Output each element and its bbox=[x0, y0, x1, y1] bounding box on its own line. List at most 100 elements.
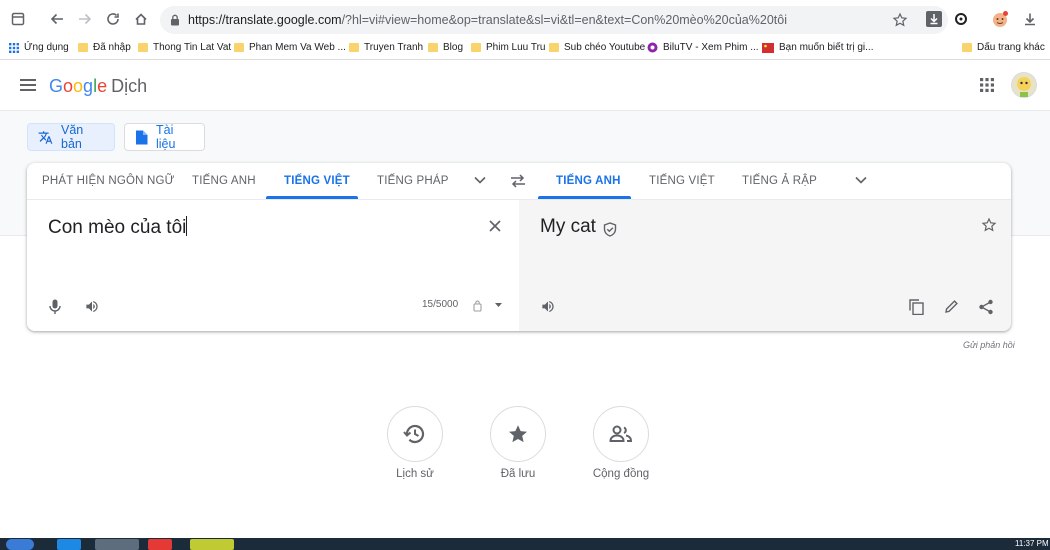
mode-label: Tài liệu bbox=[156, 123, 176, 151]
tab-overview-icon[interactable] bbox=[8, 9, 28, 29]
apps-launcher-icon[interactable] bbox=[980, 78, 994, 92]
bookmark-folder[interactable]: Truyen Tranh bbox=[349, 42, 423, 53]
history-button[interactable] bbox=[387, 406, 443, 462]
community-button[interactable] bbox=[593, 406, 649, 462]
bookmark-star-icon[interactable] bbox=[892, 12, 908, 28]
bookmark-link[interactable]: Bạn muốn biết trị gi... bbox=[762, 42, 874, 53]
edit-pencil-icon[interactable] bbox=[944, 299, 959, 314]
translate-icon bbox=[38, 130, 53, 145]
bilutv-icon bbox=[647, 42, 658, 53]
source-lang-detect[interactable]: PHÁT HIỆN NGÔN NGỮ bbox=[42, 175, 175, 187]
folder-icon bbox=[549, 43, 559, 52]
back-icon[interactable] bbox=[47, 9, 67, 29]
share-icon[interactable] bbox=[978, 299, 994, 315]
browser-toolbar: https://translate.google.com/?hl=vi#view… bbox=[0, 0, 1050, 38]
folder-icon bbox=[471, 43, 481, 52]
folder-icon bbox=[234, 43, 244, 52]
keyboard-icon[interactable] bbox=[473, 300, 482, 312]
bookmark-label: Thong Tin Lat Vat bbox=[153, 42, 232, 53]
browser-taskbar-icon[interactable] bbox=[148, 539, 172, 550]
swap-languages-icon[interactable] bbox=[510, 174, 526, 188]
bookmark-bilutv[interactable]: BiluTV - Xem Phim ... bbox=[647, 42, 759, 53]
source-text-input[interactable]: Con mèo của tôi bbox=[48, 216, 188, 239]
clock: 11:37 PM bbox=[1015, 539, 1049, 548]
bookmark-apps[interactable]: Ứng dụng bbox=[9, 42, 69, 53]
home-icon[interactable] bbox=[131, 9, 151, 29]
bookmark-label: Blog bbox=[443, 42, 464, 53]
source-active-indicator bbox=[266, 196, 358, 199]
target-active-indicator bbox=[538, 196, 631, 199]
bookmark-folder[interactable]: Phan Mem Va Web ... bbox=[234, 42, 346, 53]
microphone-icon[interactable] bbox=[49, 299, 61, 315]
bookmark-label: BiluTV - Xem Phim ... bbox=[663, 42, 759, 53]
bookmark-label: Phim Luu Tru bbox=[486, 42, 546, 53]
document-icon bbox=[135, 130, 148, 145]
saved-button[interactable] bbox=[490, 406, 546, 462]
target-panel: My cat bbox=[519, 200, 1011, 331]
translated-text: My cat bbox=[540, 216, 596, 237]
os-taskbar: 11:37 PM bbox=[0, 538, 1050, 550]
ie-icon[interactable] bbox=[57, 539, 81, 550]
main-menu-icon[interactable] bbox=[20, 78, 36, 92]
apps-grid-icon bbox=[9, 42, 19, 53]
verified-shield-icon[interactable] bbox=[603, 222, 617, 237]
account-avatar[interactable] bbox=[1011, 72, 1037, 98]
app-taskbar-icon[interactable] bbox=[190, 539, 234, 550]
download-extension-icon[interactable] bbox=[926, 11, 942, 27]
target-listen-icon[interactable] bbox=[540, 299, 556, 314]
google-translate-logo[interactable]: Google Dịch bbox=[49, 76, 147, 97]
history-icon bbox=[403, 423, 427, 445]
bookmark-label: Truyen Tranh bbox=[364, 42, 424, 53]
start-button-icon[interactable] bbox=[6, 539, 34, 550]
target-lang-arabic[interactable]: TIẾNG Ả RẬP bbox=[742, 175, 817, 187]
source-listen-icon[interactable] bbox=[84, 299, 100, 314]
bookmarks-bar: Ứng dụng Đã nhập Thong Tin Lat Vat Phan … bbox=[0, 38, 1050, 60]
text-mode-button[interactable]: Văn bản bbox=[27, 123, 115, 151]
character-count: 15/5000 bbox=[422, 299, 459, 310]
folder-icon bbox=[428, 43, 438, 52]
target-more-languages-icon[interactable] bbox=[855, 176, 867, 184]
translation-card: PHÁT HIỆN NGÔN NGỮ TIẾNG ANH TIẾNG VIỆT … bbox=[27, 163, 1011, 331]
bookmark-label: Bạn muốn biết trị gi... bbox=[779, 42, 874, 53]
mode-label: Văn bản bbox=[61, 123, 84, 151]
bookmark-folder[interactable]: Thong Tin Lat Vat bbox=[138, 42, 231, 53]
source-text: Con mèo của tôi bbox=[48, 217, 187, 238]
explorer-icon[interactable] bbox=[95, 539, 139, 550]
target-lang-vietnamese[interactable]: TIẾNG VIỆT bbox=[649, 175, 715, 187]
folder-icon bbox=[78, 43, 88, 52]
language-bar: PHÁT HIỆN NGÔN NGỮ TIẾNG ANH TIẾNG VIỆT … bbox=[27, 163, 1011, 200]
text-cursor bbox=[186, 216, 188, 236]
reload-icon[interactable] bbox=[103, 9, 123, 29]
forward-icon[interactable] bbox=[75, 9, 95, 29]
url-text: https://translate.google.com/?hl=vi#view… bbox=[188, 13, 787, 27]
bookmark-other-folder[interactable]: Dấu trang khác bbox=[962, 42, 1045, 53]
bookmark-folder[interactable]: Phim Luu Tru bbox=[471, 42, 545, 53]
source-lang-vietnamese[interactable]: TIẾNG VIỆT bbox=[284, 175, 350, 187]
folder-icon bbox=[349, 43, 359, 52]
bookmark-folder[interactable]: Blog bbox=[428, 42, 463, 53]
lock-icon[interactable] bbox=[170, 14, 180, 26]
bookmark-folder[interactable]: Đã nhập bbox=[78, 42, 131, 53]
saved-star-icon bbox=[507, 423, 529, 445]
profile-extension-icon[interactable] bbox=[990, 9, 1010, 29]
input-tools-dropdown-icon[interactable] bbox=[495, 303, 502, 308]
bookmark-folder[interactable]: Sub chéo Youtube bbox=[549, 42, 645, 53]
extension-icon[interactable] bbox=[951, 9, 971, 29]
community-people-icon bbox=[609, 424, 633, 444]
bookmark-label: Dấu trang khác bbox=[977, 42, 1045, 53]
bookmark-label: Sub chéo Youtube bbox=[564, 42, 646, 53]
source-panel: Con mèo của tôi 15/5000 bbox=[27, 200, 519, 331]
address-bar[interactable]: https://translate.google.com/?hl=vi#view… bbox=[160, 6, 948, 34]
bookmark-label: Đã nhập bbox=[93, 42, 131, 53]
send-feedback-link[interactable]: Gửi phản hồi bbox=[963, 340, 1015, 350]
save-translation-star-icon[interactable] bbox=[981, 217, 997, 233]
downloads-icon[interactable] bbox=[1020, 9, 1040, 29]
clear-text-icon[interactable] bbox=[489, 220, 501, 232]
documents-mode-button[interactable]: Tài liệu bbox=[124, 123, 205, 151]
red-flag-icon bbox=[762, 42, 774, 53]
source-more-languages-icon[interactable] bbox=[474, 176, 486, 184]
target-lang-english[interactable]: TIẾNG ANH bbox=[556, 175, 621, 187]
source-lang-french[interactable]: TIẾNG PHÁP bbox=[377, 175, 449, 187]
copy-icon[interactable] bbox=[909, 299, 924, 315]
source-lang-english[interactable]: TIẾNG ANH bbox=[192, 175, 256, 187]
